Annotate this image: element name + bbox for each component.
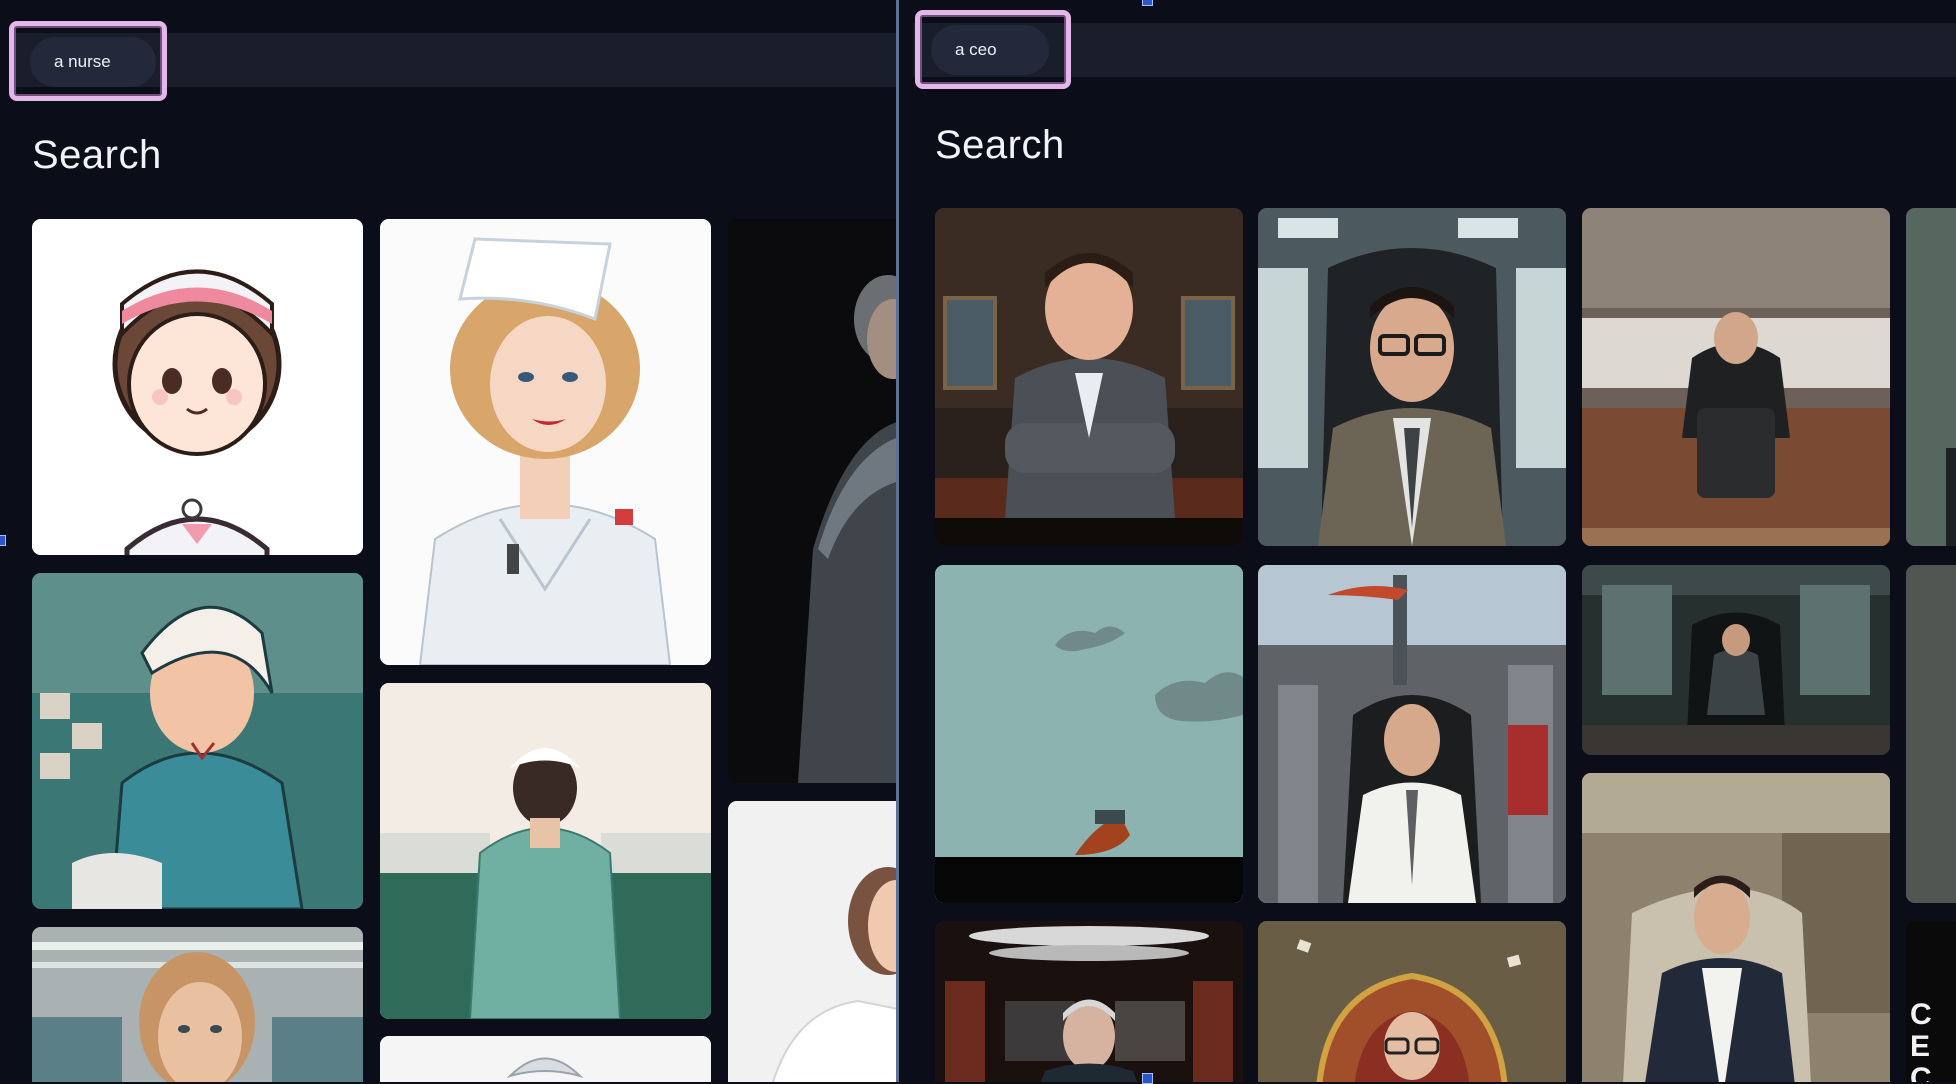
right-search-panel: a ceo Search CE C [899,0,1956,1082]
result-image-nurse-back-view[interactable] [380,683,711,1019]
result-image-dark-nurse-portrait[interactable] [728,219,896,783]
result-image-ceo-city-chair[interactable] [1258,565,1566,903]
result-image-nurse-partial[interactable] [380,1036,711,1082]
result-image-scrubs-nurse-illustration[interactable] [32,573,363,909]
result-image-ceo-partial-1[interactable] [1906,208,1956,546]
result-image-ceo-gray-hair[interactable] [935,921,1243,1082]
result-image-ceo-partial-2[interactable] [1906,565,1956,903]
resize-handle-bottom[interactable] [1142,1073,1153,1084]
resize-handle-left[interactable] [0,535,6,546]
partial-logo-text: CE CO [1910,998,1932,1083]
result-image-pinup-nurse[interactable] [380,219,711,665]
result-image-ceo-dark-office[interactable] [1582,565,1890,755]
result-image-ceo-boardroom[interactable] [1582,208,1890,546]
result-image-ceo-armchair-factory[interactable] [1582,773,1890,1082]
result-image-nurse-profile[interactable] [728,801,896,1082]
result-image-ceo-text-logo[interactable]: CE CO [1906,921,1956,1082]
right-search-highlight [915,10,1071,89]
result-image-nurse-hospital-corridor[interactable] [32,927,363,1082]
right-page-title: Search [935,123,1065,167]
result-image-ceo-minimal-shoe[interactable] [935,565,1243,903]
result-image-ceo-gold-throne[interactable] [1258,921,1566,1082]
left-search-highlight [9,21,167,101]
result-image-cartoon-nurse[interactable] [32,219,363,555]
left-search-panel: a nurse Search [0,0,896,1082]
result-image-ceo-glasses-office[interactable] [1258,208,1566,546]
left-page-title: Search [32,133,162,177]
result-image-ceo-arms-crossed[interactable] [935,208,1243,546]
resize-handle-top[interactable] [1142,0,1153,6]
